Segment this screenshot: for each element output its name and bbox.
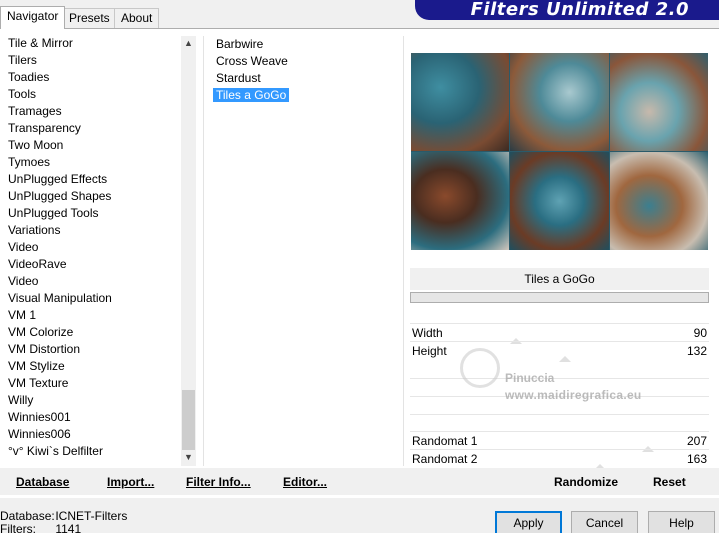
import-button[interactable]: Import... bbox=[107, 475, 154, 489]
param-height-slider[interactable]: Height 132 bbox=[410, 341, 709, 362]
slider-thumb-icon[interactable] bbox=[559, 356, 571, 362]
database-button[interactable]: Database bbox=[16, 475, 69, 489]
category-item[interactable]: Transparency bbox=[0, 120, 180, 137]
app-banner: Filters Unlimited 2.0 bbox=[415, 0, 719, 20]
param-randomat2-slider[interactable]: Randomat 2 163 bbox=[410, 449, 709, 470]
empty-param-slot bbox=[410, 414, 709, 415]
status-info: Database: ICNET-Filters Filters: 1141 bbox=[0, 510, 127, 533]
param-value: 207 bbox=[686, 434, 707, 448]
filters-count-value: 1141 bbox=[55, 522, 82, 533]
category-item[interactable]: Winnies001 bbox=[0, 409, 180, 426]
filter-info-button[interactable]: Filter Info... bbox=[186, 475, 251, 489]
action-bar: Database Import... Filter Info... Editor… bbox=[0, 468, 719, 495]
category-item[interactable]: Variations bbox=[0, 222, 180, 239]
filter-item-label: Tiles a GoGo bbox=[213, 88, 290, 102]
category-item[interactable]: UnPlugged Shapes bbox=[0, 188, 180, 205]
param-label: Height bbox=[412, 344, 447, 358]
category-item[interactable]: Winnies006 bbox=[0, 426, 180, 443]
category-item[interactable]: Tools bbox=[0, 86, 180, 103]
category-item[interactable]: Tramages bbox=[0, 103, 180, 120]
category-item[interactable]: VM Texture bbox=[0, 375, 180, 392]
cancel-button[interactable]: Cancel bbox=[571, 511, 638, 533]
empty-param-slot bbox=[410, 378, 709, 379]
category-item[interactable]: Two Moon bbox=[0, 137, 180, 154]
randomize-button[interactable]: Randomize bbox=[554, 475, 618, 489]
param-value: 90 bbox=[693, 326, 707, 340]
param-value: 163 bbox=[686, 452, 707, 466]
preview-tile bbox=[411, 152, 510, 250]
category-scrollbar[interactable]: ▲ ▼ bbox=[181, 36, 196, 466]
category-item[interactable]: Tilers bbox=[0, 52, 180, 69]
category-item[interactable]: Visual Manipulation bbox=[0, 290, 180, 307]
category-item[interactable]: Toadies bbox=[0, 69, 180, 86]
watermark-name: Pinuccia bbox=[505, 371, 555, 385]
category-item[interactable]: Video bbox=[0, 239, 180, 256]
watermark-logo-icon bbox=[460, 348, 500, 388]
tab-navigator[interactable]: Navigator bbox=[0, 6, 66, 29]
preview-tile bbox=[609, 152, 708, 250]
tab-about[interactable]: About bbox=[114, 8, 160, 28]
param-width-slider[interactable]: Width 90 bbox=[410, 323, 709, 344]
watermark-url: www.maidiregrafica.eu bbox=[505, 388, 642, 402]
category-item[interactable]: VideoRave bbox=[0, 256, 180, 273]
preview-tile bbox=[411, 53, 510, 151]
filters-count-label: Filters: bbox=[0, 522, 36, 533]
scroll-down-icon[interactable]: ▼ bbox=[181, 450, 196, 465]
param-randomat1-slider[interactable]: Randomat 1 207 bbox=[410, 431, 709, 452]
category-item[interactable]: VM Distortion bbox=[0, 341, 180, 358]
filter-item[interactable]: Tiles a GoGo bbox=[208, 87, 398, 104]
preview-tile bbox=[510, 53, 609, 151]
category-item[interactable]: UnPlugged Tools bbox=[0, 205, 180, 222]
category-item[interactable]: Tymoes bbox=[0, 154, 180, 171]
import-label: Import... bbox=[107, 475, 155, 489]
category-item[interactable]: VM Colorize bbox=[0, 324, 180, 341]
preview-tile bbox=[609, 53, 708, 151]
scroll-up-icon[interactable]: ▲ bbox=[181, 36, 196, 51]
category-item[interactable]: VM 1 bbox=[0, 307, 180, 324]
param-value: 132 bbox=[686, 344, 707, 358]
filter-preview-image bbox=[411, 53, 708, 250]
database-status-value: ICNET-Filters bbox=[55, 509, 128, 523]
reset-button[interactable]: Reset bbox=[653, 475, 686, 489]
editor-label: Editor... bbox=[283, 475, 328, 489]
filter-list[interactable]: Barbwire Cross Weave Stardust Tiles a GoGo bbox=[208, 36, 398, 104]
apply-button[interactable]: Apply bbox=[495, 511, 562, 533]
progress-bar bbox=[410, 292, 709, 303]
panel-divider bbox=[403, 36, 404, 466]
database-label: Database bbox=[16, 475, 70, 489]
filter-item-label: Stardust bbox=[216, 71, 261, 85]
category-item[interactable]: Willy bbox=[0, 392, 180, 409]
filter-info-label: Filter Info... bbox=[186, 475, 251, 489]
category-item[interactable]: VM Stylize bbox=[0, 358, 180, 375]
filter-item-label: Barbwire bbox=[216, 37, 264, 51]
app-title: Filters Unlimited 2.0 bbox=[470, 0, 689, 20]
filter-item[interactable]: Cross Weave bbox=[208, 53, 398, 70]
tab-presets[interactable]: Presets bbox=[62, 8, 117, 28]
category-item[interactable]: UnPlugged Effects bbox=[0, 171, 180, 188]
editor-button[interactable]: Editor... bbox=[283, 475, 327, 489]
list-divider bbox=[203, 36, 204, 466]
param-label: Randomat 2 bbox=[412, 452, 478, 466]
filter-item[interactable]: Barbwire bbox=[208, 36, 398, 53]
param-label: Width bbox=[412, 326, 443, 340]
category-item[interactable]: Tile & Mirror bbox=[0, 35, 180, 52]
category-item[interactable]: °v° Kiwi`s Delfilter bbox=[0, 443, 180, 460]
category-item[interactable]: Video bbox=[0, 273, 180, 290]
scroll-thumb[interactable] bbox=[182, 390, 195, 450]
preview-tile bbox=[510, 152, 609, 250]
filter-name: Tiles a GoGo bbox=[410, 268, 709, 290]
category-list[interactable]: Tile & Mirror Tilers Toadies Tools Tramages T… bbox=[0, 35, 180, 465]
filter-item-label: Cross Weave bbox=[216, 54, 288, 68]
filter-item[interactable]: Stardust bbox=[208, 70, 398, 87]
param-label: Randomat 1 bbox=[412, 434, 478, 448]
help-button[interactable]: Help bbox=[648, 511, 715, 533]
